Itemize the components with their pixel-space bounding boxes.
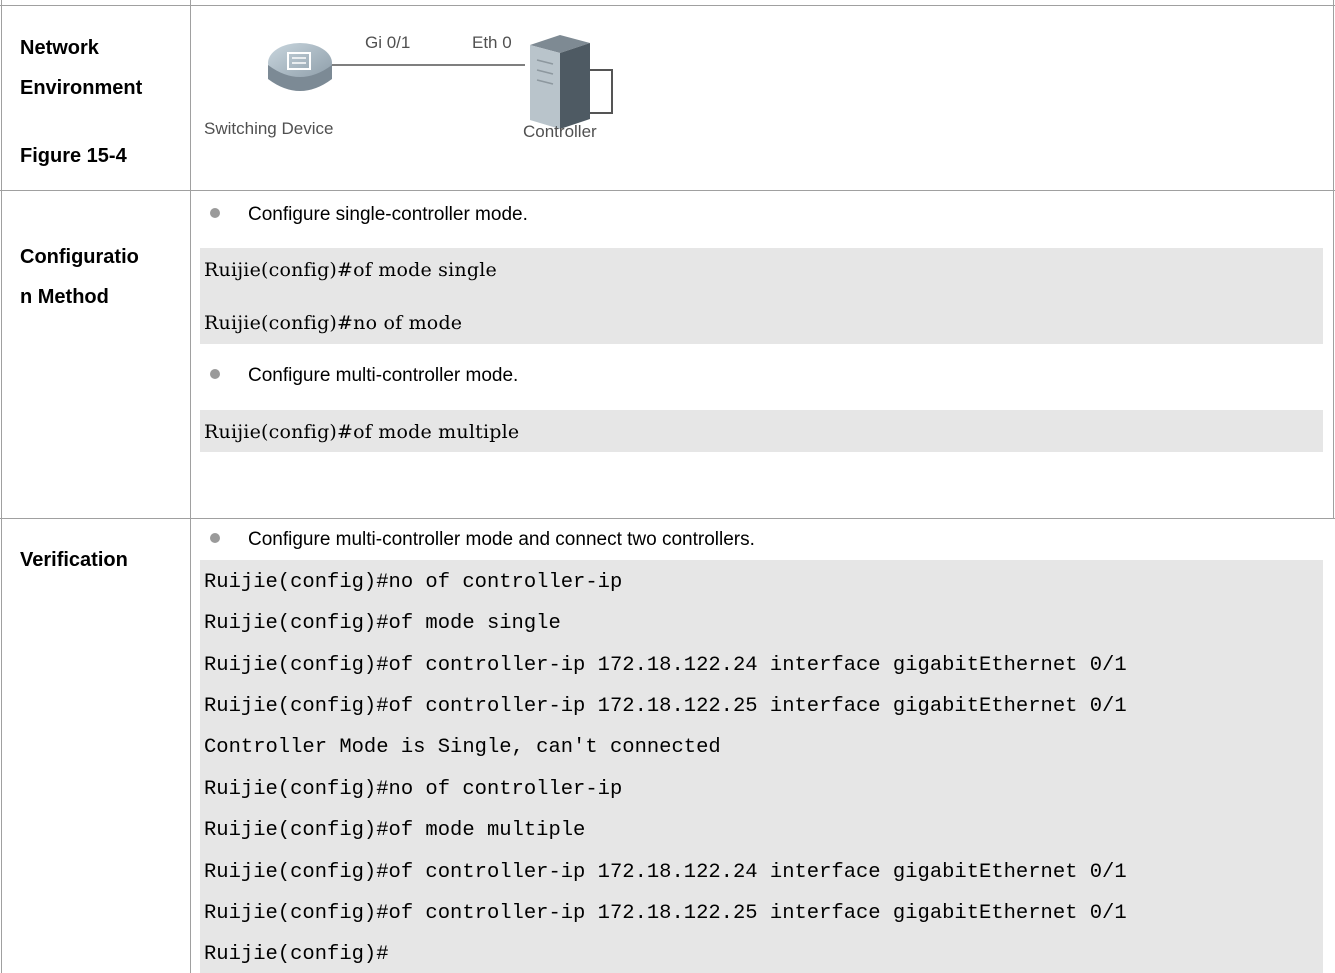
code-line: Ruijie(config)#of mode single [204, 612, 561, 635]
header-line: Verification [20, 549, 128, 571]
code-block: Ruijie(config)#of mode single Ruijie(con… [200, 248, 1323, 344]
switch-icon [268, 43, 332, 91]
code-line: Ruijie(config)# [204, 943, 389, 966]
bullet-text: Configure single-controller mode. [248, 204, 528, 225]
code-line: Ruijie(config)#no of controller-ip [204, 571, 623, 594]
switch-label: Switching Device [204, 119, 334, 138]
bullet-text: Configure multi-controller mode and conn… [248, 529, 755, 550]
header-line [20, 108, 170, 136]
bullet-icon [210, 208, 220, 218]
port-label-gi: Gi 0/1 [365, 33, 411, 52]
header-line: Configuratio [20, 246, 139, 268]
code-line: Ruijie(config)#of mode multiple [204, 421, 520, 443]
code-line: Ruijie(config)#of controller-ip 172.18.1… [204, 695, 1127, 718]
bullet-item: Configure multi-controller mode and conn… [210, 529, 755, 551]
header-line: Network [20, 37, 99, 59]
code-line: Controller Mode is Single, can't connect… [204, 736, 721, 759]
code-line: Ruijie(config)#of mode single [204, 259, 497, 281]
bullet-text: Configure multi-controller mode. [248, 365, 519, 386]
controller-label: Controller [523, 122, 597, 141]
code-line: Ruijie(config)#of controller-ip 172.18.1… [204, 861, 1127, 884]
header-line: Figure 15-4 [20, 145, 127, 167]
code-line: Ruijie(config)#no of mode [204, 312, 463, 334]
server-icon [530, 35, 590, 129]
configuration-method-header: Configuratio n Method [20, 237, 170, 317]
bullet-item: Configure multi-controller mode. [210, 365, 518, 387]
column-divider [190, 0, 191, 973]
config-table: Network Environment Figure 15-4 Gi 0/1 E… [0, 0, 1335, 973]
table-top-border [0, 5, 1335, 6]
code-line: Ruijie(config)#no of controller-ip [204, 778, 623, 801]
table-right-border [1333, 0, 1334, 519]
row-divider [0, 190, 1335, 191]
code-line: Ruijie(config)#of controller-ip 172.18.1… [204, 654, 1127, 677]
header-line: n Method [20, 286, 109, 308]
bullet-icon [210, 533, 220, 543]
code-block: Ruijie(config)#no of controller-ip Ruiji… [200, 560, 1323, 973]
bullet-item: Configure single-controller mode. [210, 204, 528, 226]
port-label-eth: Eth 0 [472, 33, 512, 52]
code-line: Ruijie(config)#of mode multiple [204, 819, 586, 842]
code-line: Ruijie(config)#of controller-ip 172.18.1… [204, 902, 1127, 925]
verification-header: Verification [20, 540, 170, 580]
row-divider [0, 518, 1335, 519]
bullet-icon [210, 369, 220, 379]
topology-svg [268, 35, 613, 129]
header-line: Environment [20, 77, 143, 99]
network-environment-header: Network Environment Figure 15-4 [20, 28, 170, 176]
network-diagram: Gi 0/1 Eth 0 Switching Device Controller [200, 25, 660, 165]
table-left-border [1, 0, 2, 973]
code-block: Ruijie(config)#of mode multiple [200, 410, 1323, 452]
